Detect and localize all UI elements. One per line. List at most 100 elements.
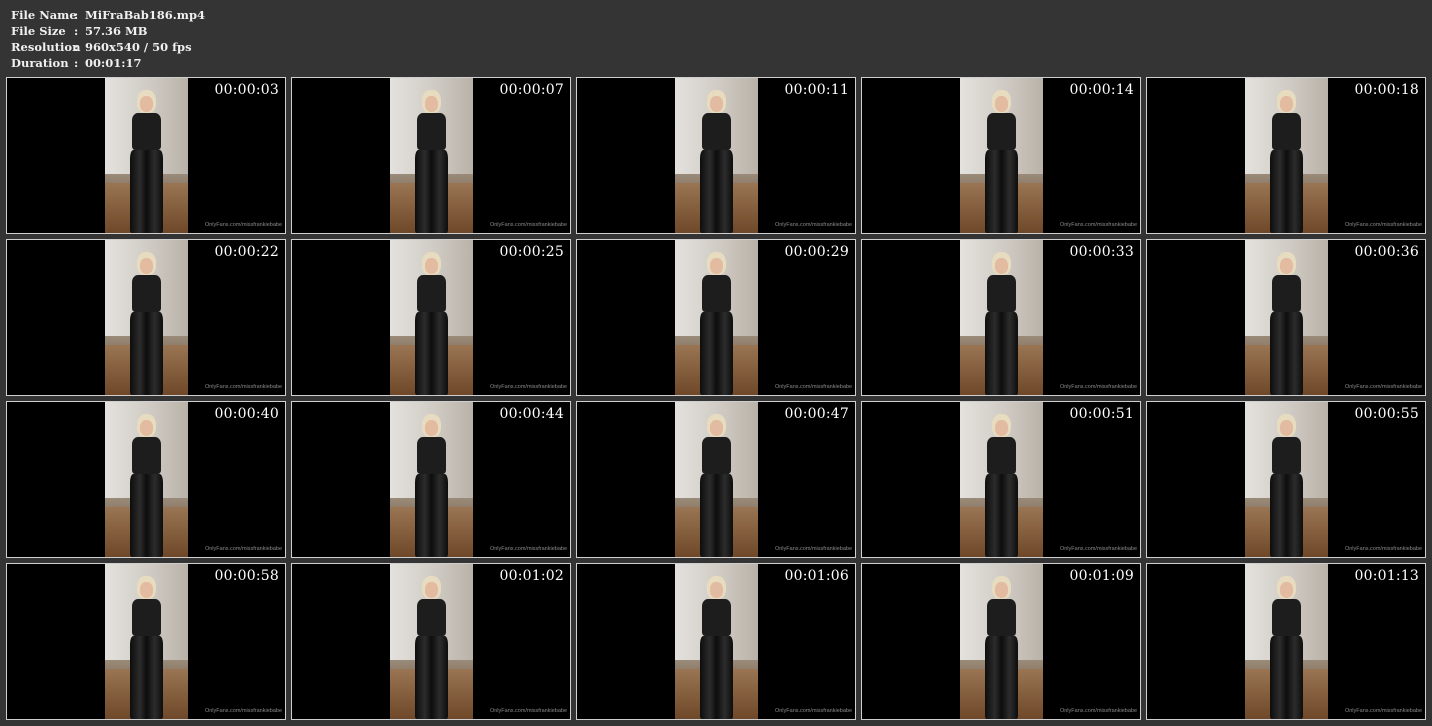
- video-thumbnail[interactable]: 00:00:07 OnlyFans.com/missfrankiebabe: [291, 77, 571, 234]
- figure-face: [994, 420, 1008, 436]
- thumbnail-timestamp: 00:00:29: [784, 244, 849, 260]
- video-thumbnail[interactable]: 00:00:33 OnlyFans.com/missfrankiebabe: [861, 239, 1141, 396]
- thumbnail-timestamp: 00:00:58: [214, 568, 279, 584]
- watermark-text: OnlyFans.com/missfrankiebabe: [204, 708, 282, 714]
- video-thumbnail[interactable]: 00:00:29 OnlyFans.com/missfrankiebabe: [576, 239, 856, 396]
- video-frame-image: [390, 564, 473, 719]
- frame-figure: [1263, 414, 1309, 557]
- figure-torso: [1271, 437, 1302, 475]
- frame-figure: [408, 90, 454, 233]
- separator: :: [74, 40, 79, 54]
- figure-legs: [984, 636, 1019, 719]
- figure-legs: [984, 312, 1019, 395]
- file-size-value: 57.36 MB: [85, 24, 148, 38]
- watermark-text: OnlyFans.com/missfrankiebabe: [204, 222, 282, 228]
- thumbnail-timestamp: 00:00:55: [1354, 406, 1419, 422]
- figure-torso: [131, 275, 162, 313]
- figure-face: [994, 582, 1008, 598]
- watermark-text: OnlyFans.com/missfrankiebabe: [204, 384, 282, 390]
- figure-torso: [1271, 113, 1302, 151]
- video-thumbnail[interactable]: 00:00:40 OnlyFans.com/missfrankiebabe: [6, 401, 286, 558]
- figure-legs: [699, 150, 734, 233]
- video-frame-image: [960, 78, 1043, 233]
- figure-torso: [1271, 599, 1302, 637]
- thumbnail-timestamp: 00:01:09: [1069, 568, 1134, 584]
- video-thumbnail[interactable]: 00:01:06 OnlyFans.com/missfrankiebabe: [576, 563, 856, 720]
- figure-torso: [701, 113, 732, 151]
- file-size-row: File Size : 57.36 MB: [11, 23, 205, 39]
- figure-torso: [131, 113, 162, 151]
- frame-figure: [123, 90, 169, 233]
- watermark-text: OnlyFans.com/missfrankiebabe: [1344, 708, 1422, 714]
- frame-figure: [693, 414, 739, 557]
- figure-legs: [699, 312, 734, 395]
- file-name-value: MiFraBab186.mp4: [85, 8, 206, 22]
- frame-figure: [1263, 252, 1309, 395]
- duration-row: Duration : 00:01:17: [11, 55, 205, 71]
- frame-figure: [123, 576, 169, 719]
- video-frame-image: [675, 240, 758, 395]
- watermark-text: OnlyFans.com/missfrankiebabe: [774, 384, 852, 390]
- thumbnail-timestamp: 00:00:44: [499, 406, 564, 422]
- figure-torso: [416, 437, 447, 475]
- thumbnail-timestamp: 00:00:03: [214, 82, 279, 98]
- figure-face: [1279, 258, 1293, 274]
- figure-legs: [1269, 474, 1304, 557]
- duration-value: 00:01:17: [85, 56, 142, 70]
- figure-torso: [701, 599, 732, 637]
- thumbnail-timestamp: 00:00:22: [214, 244, 279, 260]
- figure-legs: [1269, 636, 1304, 719]
- resolution-label: Resolution: [11, 40, 81, 54]
- separator: :: [74, 56, 79, 70]
- figure-face: [139, 582, 153, 598]
- video-frame-image: [105, 402, 188, 557]
- figure-legs: [1269, 150, 1304, 233]
- frame-figure: [978, 90, 1024, 233]
- watermark-text: OnlyFans.com/missfrankiebabe: [204, 546, 282, 552]
- video-thumbnail[interactable]: 00:00:36 OnlyFans.com/missfrankiebabe: [1146, 239, 1426, 396]
- video-thumbnail[interactable]: 00:01:09 OnlyFans.com/missfrankiebabe: [861, 563, 1141, 720]
- video-thumbnail[interactable]: 00:01:02 OnlyFans.com/missfrankiebabe: [291, 563, 571, 720]
- separator: :: [74, 24, 79, 38]
- watermark-text: OnlyFans.com/missfrankiebabe: [1344, 384, 1422, 390]
- video-thumbnail[interactable]: 00:01:13 OnlyFans.com/missfrankiebabe: [1146, 563, 1426, 720]
- figure-legs: [699, 474, 734, 557]
- video-thumbnail[interactable]: 00:00:51 OnlyFans.com/missfrankiebabe: [861, 401, 1141, 558]
- thumbnail-timestamp: 00:00:33: [1069, 244, 1134, 260]
- video-thumbnail[interactable]: 00:00:47 OnlyFans.com/missfrankiebabe: [576, 401, 856, 558]
- figure-face: [709, 258, 723, 274]
- thumbnail-timestamp: 00:00:40: [214, 406, 279, 422]
- thumbnail-timestamp: 00:00:25: [499, 244, 564, 260]
- figure-legs: [129, 474, 164, 557]
- watermark-text: OnlyFans.com/missfrankiebabe: [1059, 708, 1137, 714]
- video-frame-image: [1245, 78, 1328, 233]
- figure-torso: [416, 599, 447, 637]
- figure-face: [994, 258, 1008, 274]
- video-frame-image: [390, 240, 473, 395]
- video-thumbnail[interactable]: 00:00:44 OnlyFans.com/missfrankiebabe: [291, 401, 571, 558]
- video-frame-image: [105, 564, 188, 719]
- figure-face: [424, 420, 438, 436]
- video-thumbnail[interactable]: 00:00:03 OnlyFans.com/missfrankiebabe: [6, 77, 286, 234]
- watermark-text: OnlyFans.com/missfrankiebabe: [489, 222, 567, 228]
- video-thumbnail[interactable]: 00:00:22 OnlyFans.com/missfrankiebabe: [6, 239, 286, 396]
- video-thumbnail[interactable]: 00:00:11 OnlyFans.com/missfrankiebabe: [576, 77, 856, 234]
- figure-face: [1279, 420, 1293, 436]
- video-thumbnail[interactable]: 00:00:55 OnlyFans.com/missfrankiebabe: [1146, 401, 1426, 558]
- figure-legs: [414, 636, 449, 719]
- video-frame-image: [390, 78, 473, 233]
- video-thumbnail[interactable]: 00:00:58 OnlyFans.com/missfrankiebabe: [6, 563, 286, 720]
- frame-figure: [978, 576, 1024, 719]
- video-frame-image: [390, 402, 473, 557]
- video-thumbnail[interactable]: 00:00:14 OnlyFans.com/missfrankiebabe: [861, 77, 1141, 234]
- figure-face: [1279, 582, 1293, 598]
- video-thumbnail[interactable]: 00:00:25 OnlyFans.com/missfrankiebabe: [291, 239, 571, 396]
- video-frame-image: [1245, 402, 1328, 557]
- figure-torso: [1271, 275, 1302, 313]
- frame-figure: [408, 576, 454, 719]
- video-thumbnail[interactable]: 00:00:18 OnlyFans.com/missfrankiebabe: [1146, 77, 1426, 234]
- watermark-text: OnlyFans.com/missfrankiebabe: [1059, 384, 1137, 390]
- frame-figure: [1263, 576, 1309, 719]
- frame-figure: [1263, 90, 1309, 233]
- figure-face: [424, 582, 438, 598]
